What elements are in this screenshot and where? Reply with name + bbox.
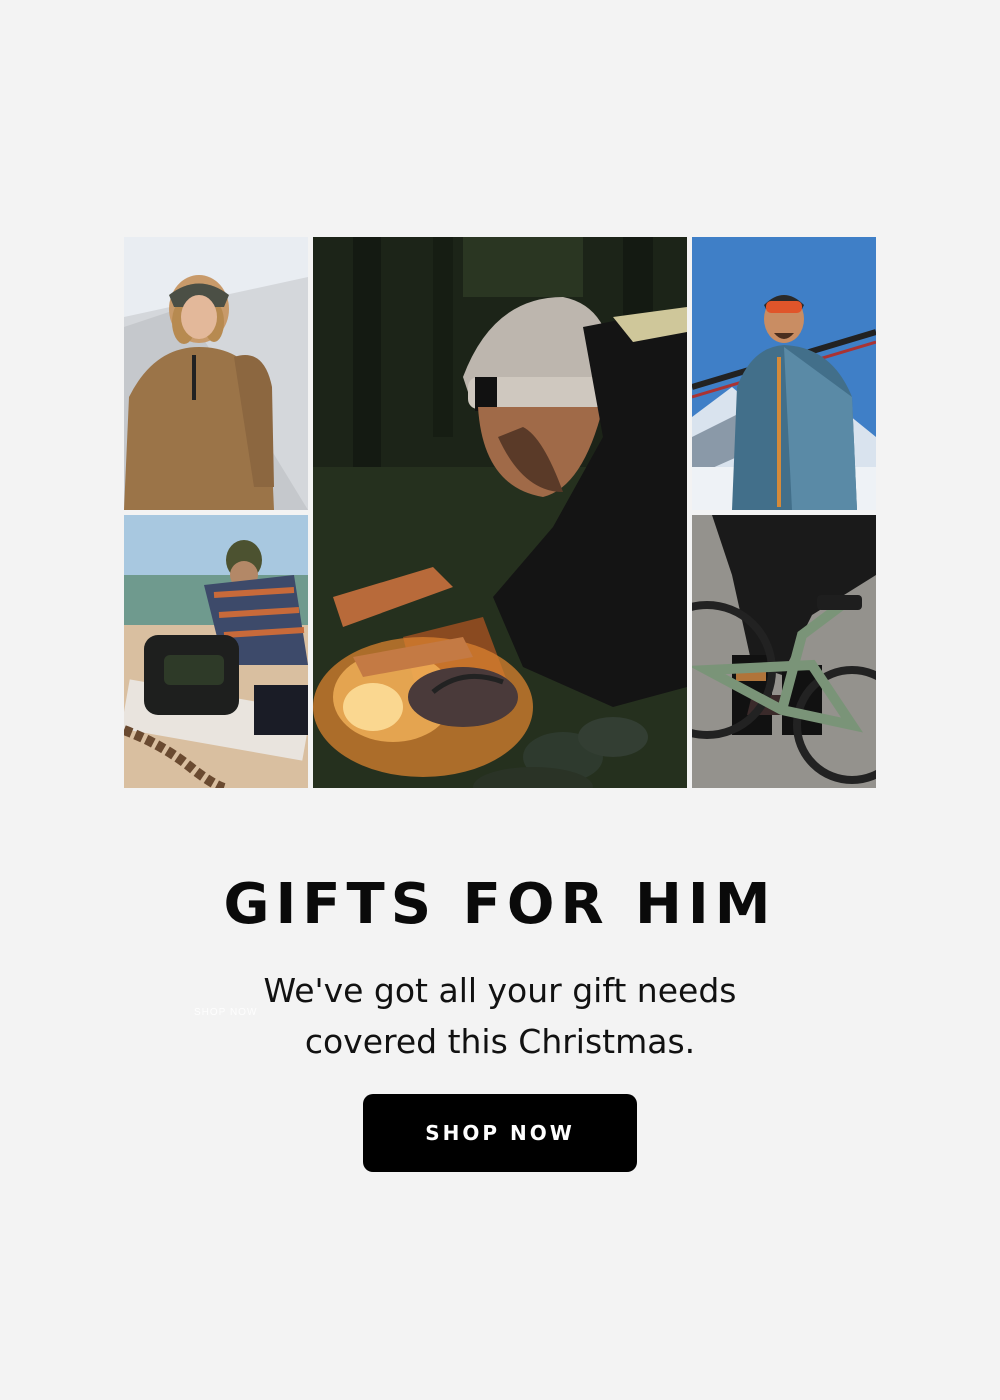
- photo-collage: [124, 237, 876, 788]
- shop-now-button[interactable]: SHOP NOW: [363, 1094, 637, 1172]
- photo-man-skier[interactable]: [692, 237, 876, 510]
- hidden-shop-now-label: SHOP NOW: [194, 1007, 258, 1018]
- promo-page: GIFTS FOR HIM We've got all your gift ne…: [0, 0, 1000, 1400]
- page-title: GIFTS FOR HIM: [223, 872, 777, 937]
- photo-man-mountain-bike[interactable]: [692, 515, 876, 788]
- promo-subtitle: We've got all your gift needs covered th…: [0, 965, 1000, 1067]
- subtitle-line-2: covered this Christmas.: [304, 1022, 696, 1061]
- photo-man-fleece-hoodie[interactable]: [124, 237, 308, 510]
- photo-man-backpack-beach[interactable]: [124, 515, 308, 788]
- photo-man-campfire[interactable]: [313, 237, 687, 788]
- subtitle-line-1: We've got all your gift needs: [263, 971, 737, 1010]
